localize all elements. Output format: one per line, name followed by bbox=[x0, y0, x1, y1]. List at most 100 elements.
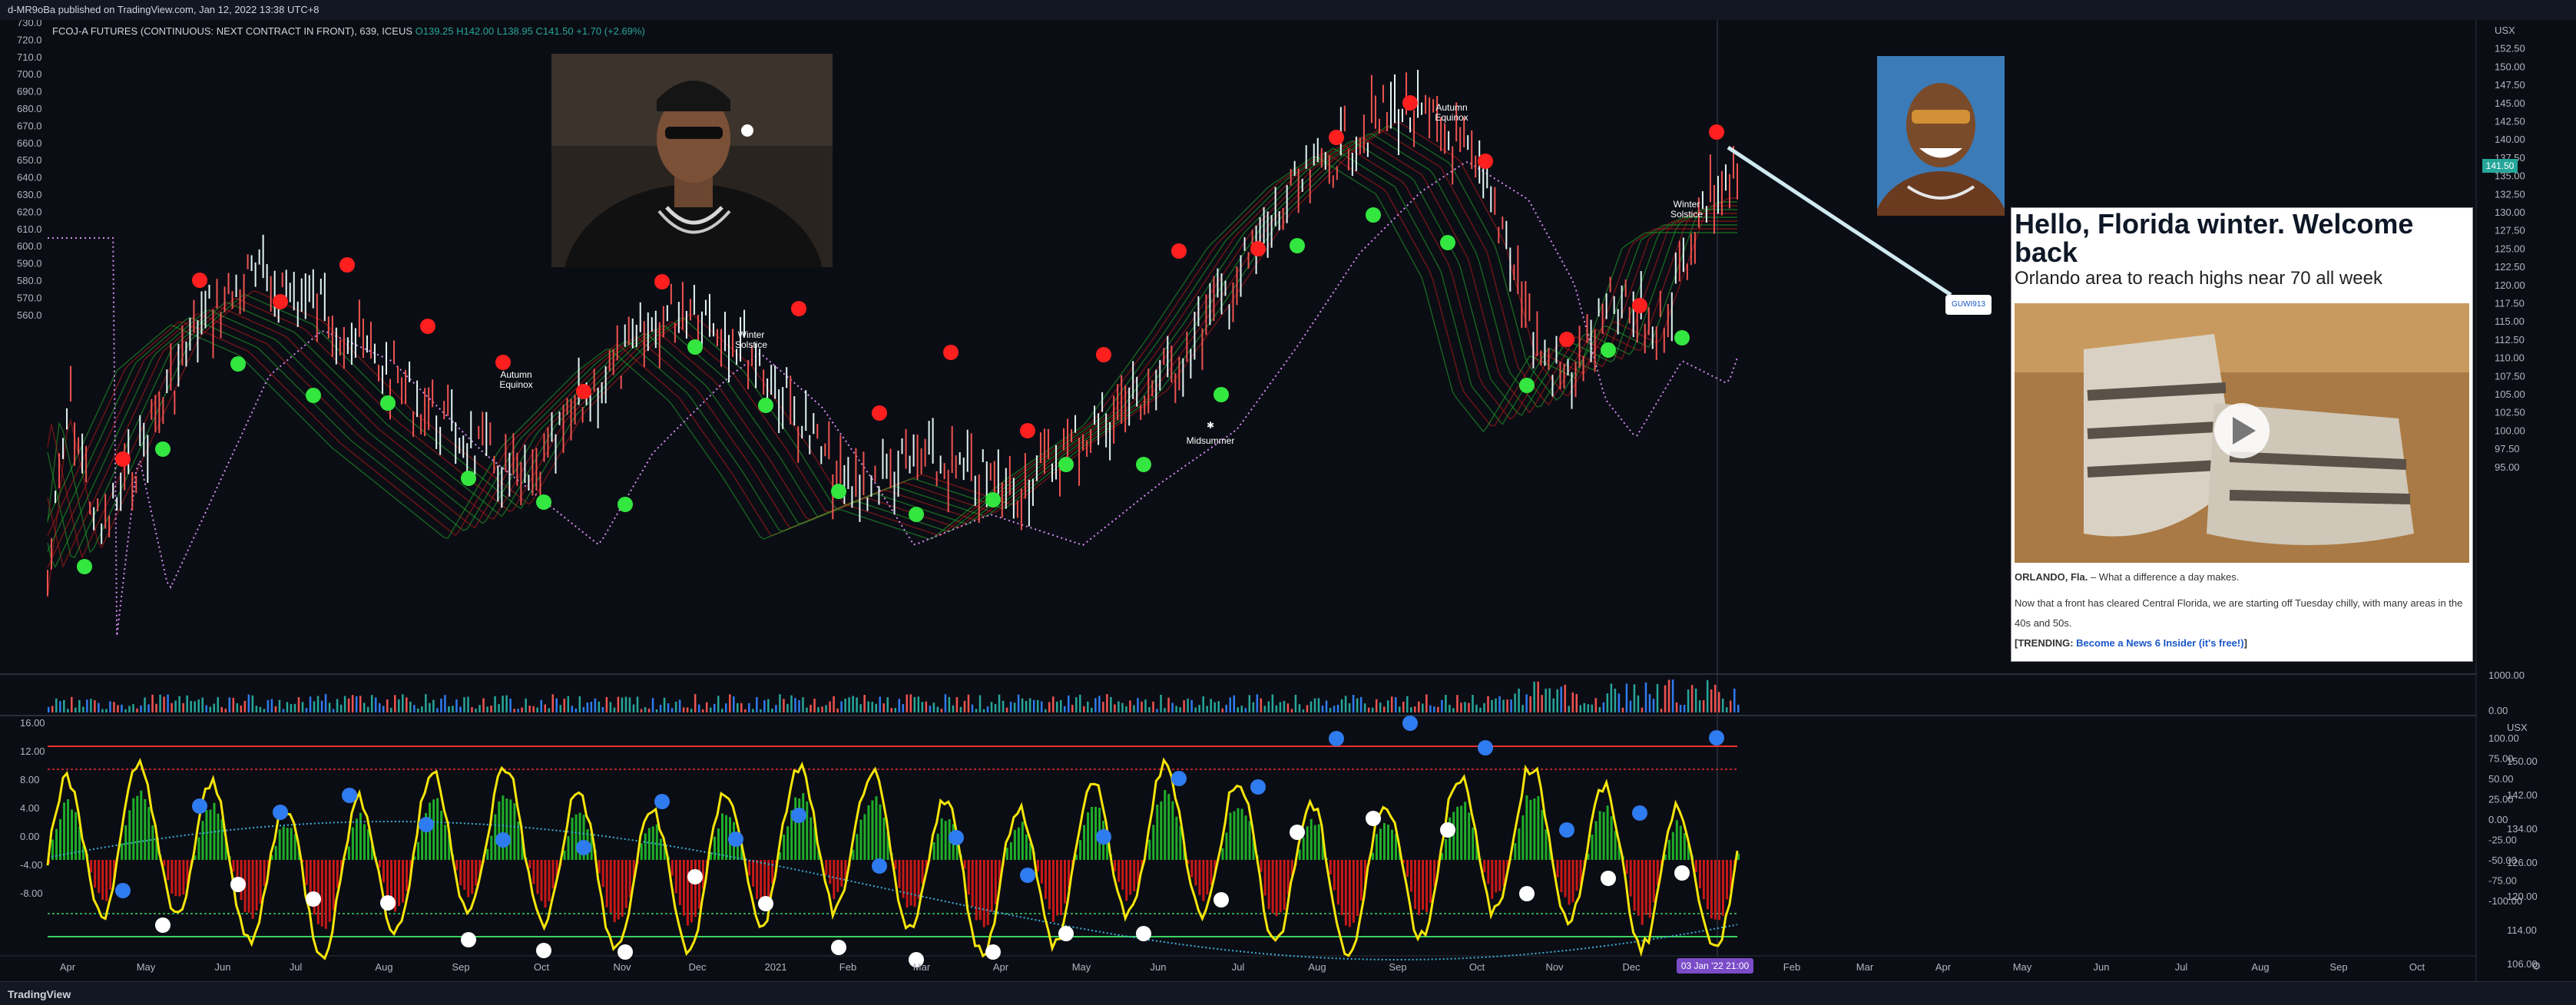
osc-hist-bar bbox=[913, 860, 916, 907]
volume-bar bbox=[1406, 696, 1409, 712]
volume-bar bbox=[1359, 696, 1362, 712]
volume-bar bbox=[697, 704, 700, 712]
osc-hist-bar bbox=[502, 795, 505, 860]
volume-bar bbox=[913, 696, 916, 712]
article-headline[interactable]: Hello, Florida winter. Welcome back bbox=[2015, 210, 2469, 266]
osc-dot-blue bbox=[419, 817, 434, 832]
annotation-winter-solstice-2: Winter Solstice bbox=[1670, 199, 1703, 220]
time-tick: Dec bbox=[688, 961, 707, 973]
volume-bar bbox=[1445, 695, 1447, 712]
price-tick-left: 610.0 bbox=[17, 223, 42, 235]
osc-hist-bar bbox=[810, 817, 813, 860]
volume-bar bbox=[320, 700, 323, 712]
last-price-badge: 141.50 bbox=[2482, 159, 2518, 173]
osc-hist-bar bbox=[783, 834, 786, 860]
volume-bar bbox=[559, 705, 562, 712]
volume-bar bbox=[1171, 703, 1174, 712]
volume-bar bbox=[940, 709, 943, 712]
signal-dot-red bbox=[1171, 243, 1187, 259]
osc-dot-blue bbox=[342, 788, 357, 803]
volume-bar bbox=[359, 696, 362, 712]
osc-hist-bar bbox=[359, 812, 362, 860]
volume-bar bbox=[1398, 706, 1401, 712]
volume-bar bbox=[871, 702, 873, 712]
volume-bar bbox=[220, 707, 223, 712]
volume-bar bbox=[1310, 701, 1313, 712]
osc-hist-bar bbox=[417, 841, 420, 860]
volume-bar bbox=[1648, 693, 1651, 712]
svg-text:Midsummer: Midsummer bbox=[1187, 435, 1235, 446]
osc-hist-bar bbox=[1117, 860, 1121, 882]
article-image-socks[interactable] bbox=[2015, 303, 2469, 563]
price-tick-right: 130.00 bbox=[2495, 207, 2525, 218]
osc-hist-bar bbox=[678, 860, 681, 905]
volume-bar bbox=[571, 706, 574, 712]
osc-hist-bar bbox=[178, 860, 181, 897]
osc-tick-left: 8.00 bbox=[20, 774, 39, 785]
volume-bar bbox=[740, 703, 743, 712]
volume-bar bbox=[720, 709, 723, 712]
volume-bar bbox=[167, 694, 169, 712]
osc-hist-bar bbox=[882, 817, 886, 860]
osc-hist-bar bbox=[124, 825, 127, 860]
osc-hist-bar bbox=[971, 860, 974, 907]
price-tick-right: 127.50 bbox=[2495, 225, 2525, 236]
ma-ribbon-line bbox=[47, 136, 1737, 569]
volume-bar bbox=[971, 704, 974, 712]
volume-bar bbox=[1279, 702, 1282, 712]
volume-bar bbox=[752, 709, 754, 712]
volume-bar bbox=[1725, 707, 1728, 712]
volume-bar bbox=[1660, 709, 1663, 712]
volume-bar bbox=[825, 705, 827, 712]
osc-hist-bar bbox=[513, 803, 516, 860]
osc-hist-bar bbox=[498, 801, 501, 860]
osc-dot-white bbox=[306, 891, 321, 907]
osc-hist-bar bbox=[1021, 822, 1024, 860]
volume-bar bbox=[201, 697, 204, 712]
osc-hist-bar bbox=[528, 860, 531, 868]
symbol-legend[interactable]: FCOJ-A FUTURES (CONTINUOUS: NEXT CONTRAC… bbox=[52, 25, 645, 37]
volume-bar bbox=[729, 694, 731, 712]
osc-hist-bar bbox=[455, 860, 459, 871]
callout-bubble[interactable]: GUWI913 bbox=[1945, 295, 1992, 315]
volume-bar bbox=[1206, 706, 1208, 712]
osc-tick-right: 114.00 bbox=[2507, 924, 2537, 936]
volume-bar bbox=[1252, 702, 1255, 712]
volume-bar bbox=[1317, 698, 1320, 712]
news-article-card[interactable]: Hello, Florida winter. Welcome back Orla… bbox=[2011, 207, 2473, 662]
settings-gear-icon[interactable]: ⚙ bbox=[2531, 960, 2541, 973]
volume-bar bbox=[355, 696, 358, 712]
volume-bar bbox=[101, 709, 104, 712]
volume-bar bbox=[551, 694, 554, 712]
osc-hist-bar bbox=[686, 860, 689, 926]
volume-bar bbox=[590, 702, 593, 712]
volume-bar bbox=[140, 705, 142, 712]
osc-hist-bar bbox=[232, 860, 235, 872]
volume-bar bbox=[709, 707, 712, 712]
osc-dot-white bbox=[1366, 811, 1381, 826]
volume-bar bbox=[959, 706, 962, 712]
osc-hist-bar bbox=[574, 814, 578, 860]
volume-bar bbox=[394, 695, 396, 712]
osc-hist-bar bbox=[1560, 860, 1563, 893]
volume-bar bbox=[798, 699, 800, 712]
osc-hist-bar bbox=[548, 860, 551, 902]
osc-hist-bar bbox=[982, 860, 985, 927]
volume-bar bbox=[674, 701, 677, 712]
trending-link[interactable]: Become a News 6 Insider (it's free!) bbox=[2076, 637, 2243, 649]
osc-hist-bar bbox=[752, 860, 755, 887]
volume-bar bbox=[1537, 681, 1539, 712]
volume-bar bbox=[528, 706, 531, 712]
osc-hist-bar bbox=[1283, 860, 1286, 911]
tradingview-logo[interactable]: TradingView bbox=[8, 988, 71, 1000]
volume-bar bbox=[251, 695, 254, 712]
osc-hist-bar bbox=[670, 860, 674, 876]
volume-bar bbox=[982, 709, 985, 712]
volume-bar bbox=[1410, 707, 1412, 712]
osc-hist-bar bbox=[247, 860, 250, 913]
volume-bar bbox=[810, 704, 812, 712]
osc-hist-bar bbox=[1017, 827, 1020, 860]
osc-hist-bar bbox=[1698, 860, 1701, 889]
osc-hist-bar bbox=[1525, 795, 1528, 860]
price-tick-right: 100.00 bbox=[2495, 425, 2525, 436]
